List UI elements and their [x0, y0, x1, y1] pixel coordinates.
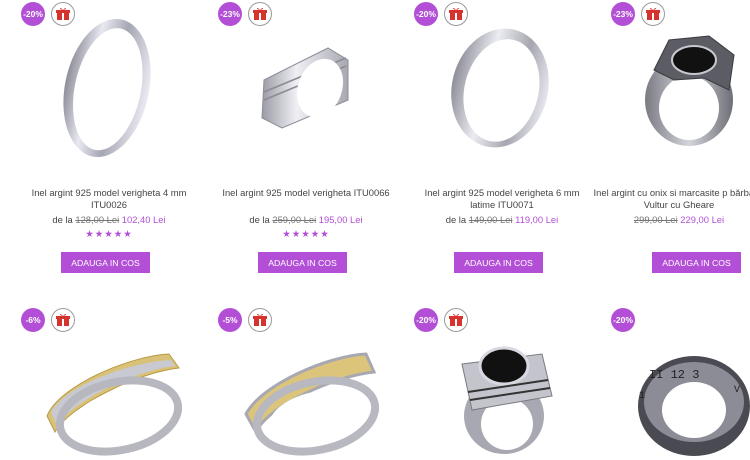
add-to-cart-button[interactable]: ADAUGA IN COS — [454, 252, 543, 273]
old-price: 128,00 Lei — [75, 214, 120, 225]
product-title[interactable]: Inel argint 925 model verigheta 6 mm lat… — [412, 187, 592, 211]
price-prefix: de la — [249, 214, 270, 225]
product-image[interactable] — [609, 0, 750, 170]
rating-stars: ★★★★★ — [282, 229, 330, 240]
add-to-cart-button[interactable]: ADAUGA IN COS — [61, 252, 150, 273]
old-price: 259,00 Lei — [272, 214, 317, 225]
product-image[interactable] — [412, 306, 592, 460]
new-price: 102,40 Lei — [121, 214, 166, 225]
product-image[interactable] — [216, 0, 396, 170]
new-price: 195,00 Lei — [318, 214, 363, 225]
add-to-cart-button[interactable]: ADAUGA IN COS — [258, 252, 347, 273]
old-price: 299,00 Lei — [633, 214, 678, 225]
product-image[interactable] — [216, 306, 396, 460]
product-price: 299,00 Lei 229,00 Lei — [589, 214, 750, 225]
product-image[interactable] — [19, 0, 199, 170]
old-price: 149,00 Lei — [468, 214, 513, 225]
add-to-cart-button[interactable]: ADAUGA IN COS — [652, 252, 741, 273]
product-price: de la 128,00 Lei 102,40 Lei — [19, 214, 199, 225]
product-title[interactable]: Inel argint cu onix si marcasite p bărba… — [589, 187, 750, 211]
product-title[interactable]: Inel argint 925 model verigheta ITU0066 — [216, 187, 396, 199]
product-price: de la 259,00 Lei 195,00 Lei — [216, 214, 396, 225]
product-image[interactable] — [412, 0, 592, 170]
svg-text:II 12 3: II 12 3 — [649, 368, 699, 382]
svg-text:1: 1 — [639, 391, 645, 402]
product-price: de la 149,00 Lei 119,00 Lei — [412, 214, 592, 225]
new-price: 119,00 Lei — [515, 214, 559, 225]
svg-text:V: V — [734, 385, 740, 396]
product-image[interactable] — [19, 306, 199, 460]
product-title[interactable]: Inel argint 925 model verigheta 4 mm ITU… — [19, 187, 199, 211]
rating-stars: ★★★★★ — [85, 229, 133, 240]
new-price: 229,00 Lei — [680, 214, 725, 225]
price-prefix: de la — [445, 214, 467, 225]
price-prefix: de la — [52, 214, 73, 225]
product-image[interactable]: II 12 3 1 V — [609, 306, 750, 460]
